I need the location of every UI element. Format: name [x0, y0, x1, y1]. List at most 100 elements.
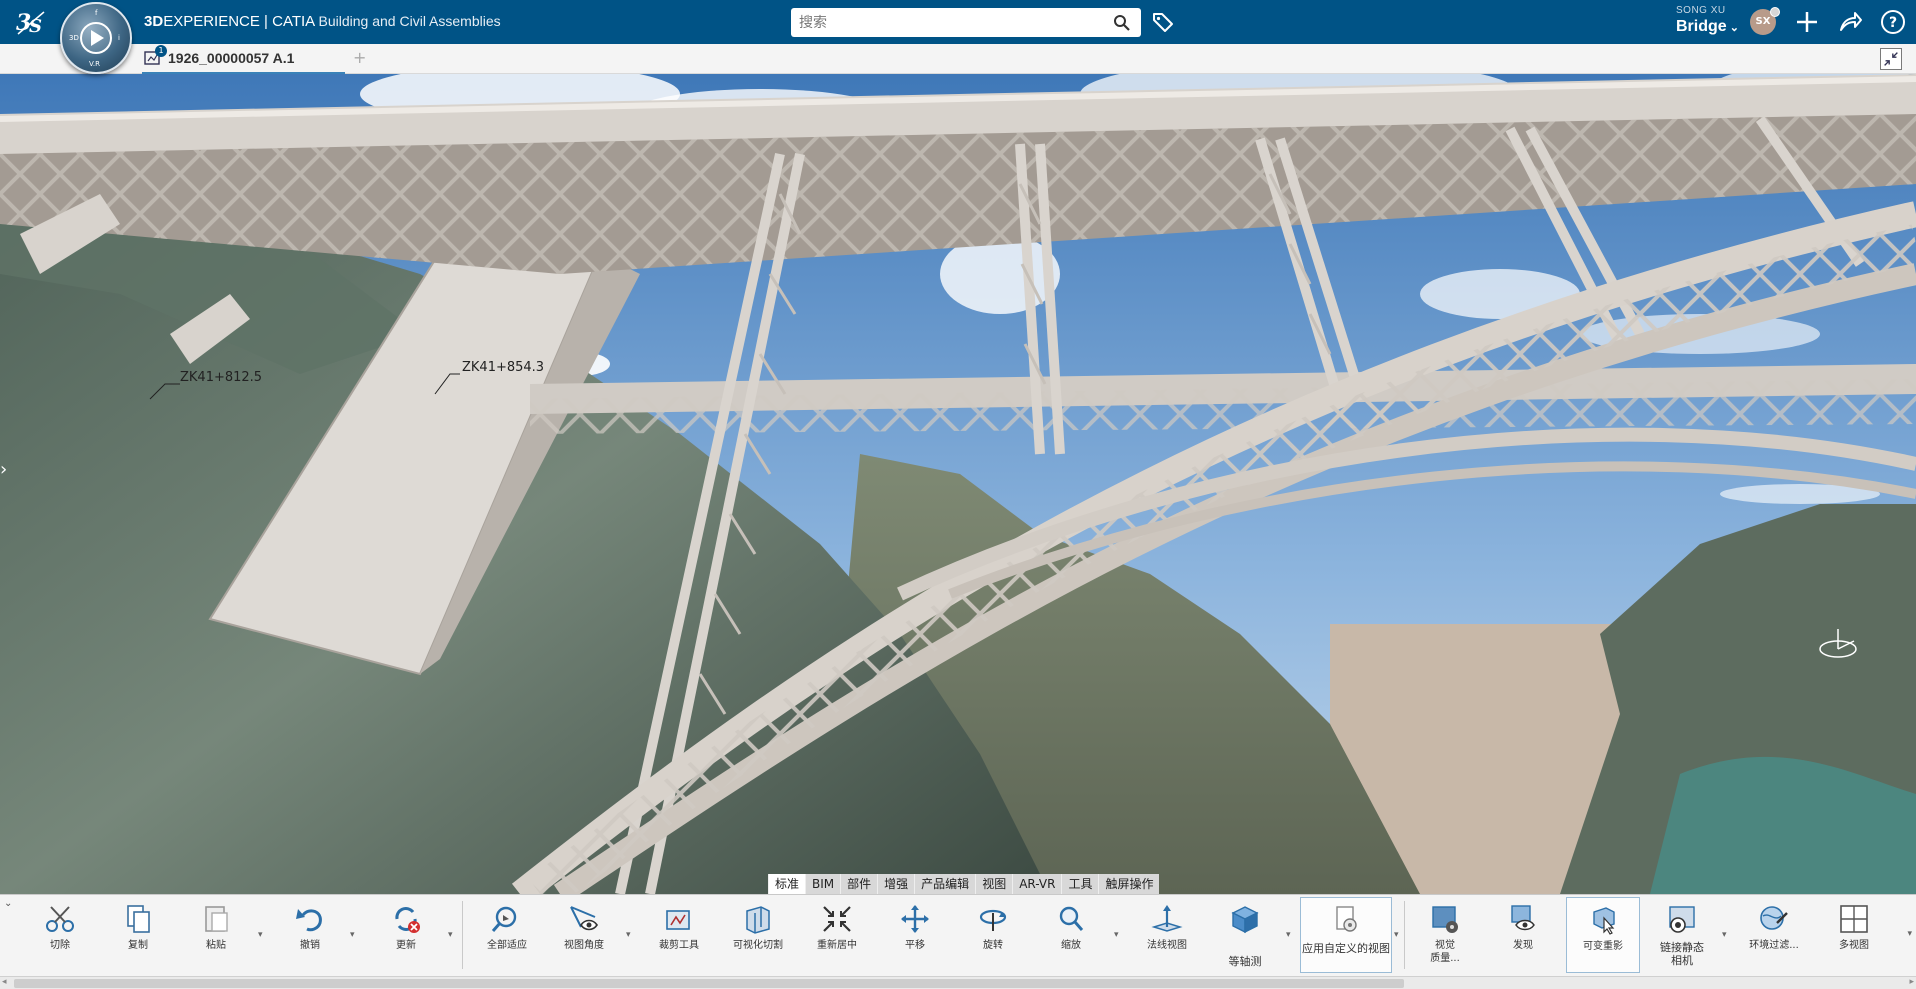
- link-camera-line1: 链接静态: [1660, 941, 1704, 954]
- user-name: SONG XU: [1676, 5, 1726, 16]
- env-filter-label: 环境过滤...: [1749, 940, 1799, 951]
- custom-view-label: 应用自定义的视图: [1302, 942, 1390, 955]
- section-tab-enhance[interactable]: 增强: [877, 874, 914, 894]
- visual-clip-label: 可视化切割: [733, 940, 783, 951]
- paste-icon: [205, 906, 228, 932]
- pan-arrows-icon: [901, 905, 929, 933]
- custom-view-button[interactable]: 应用自定义的视图: [1300, 897, 1392, 973]
- clip-tool-label: 裁剪工具: [659, 940, 699, 951]
- section-tab-standard[interactable]: 标准: [768, 874, 806, 894]
- scroll-right-icon[interactable]: ▸: [1909, 977, 1914, 987]
- copy-button[interactable]: 复制: [118, 897, 158, 973]
- section-tab-ar-vr[interactable]: AR-VR: [1012, 874, 1061, 894]
- paste-button[interactable]: 粘贴: [196, 897, 236, 973]
- bridge-3d-scene: [0, 74, 1916, 894]
- link-camera-dropdown-icon[interactable]: ▾: [1722, 930, 1727, 940]
- multi-view-button[interactable]: 多视图: [1828, 897, 1880, 973]
- compass-label-vr: V.R: [89, 60, 100, 68]
- section-tab-product-edit[interactable]: 产品编辑: [914, 874, 975, 894]
- ghost-projection-label: 可变重影: [1583, 941, 1623, 952]
- brand-name: EXPERIENCE | CATIA: [163, 13, 315, 30]
- toolbar-separator: [462, 901, 463, 969]
- scissors-icon: [46, 906, 74, 932]
- undo-icon: [296, 909, 322, 932]
- paste-dropdown-icon[interactable]: ▾: [258, 930, 263, 940]
- clip-tool-button[interactable]: 裁剪工具: [654, 897, 704, 973]
- compass-label-3d: 3D: [69, 34, 79, 42]
- fit-all-button[interactable]: 全部适应: [482, 897, 532, 973]
- svg-text:?: ?: [1889, 15, 1897, 31]
- view-angle-button[interactable]: 视图角度: [558, 897, 610, 973]
- camera-link-icon: [1669, 906, 1695, 933]
- collapse-fullscreen-icon[interactable]: [1880, 48, 1902, 70]
- help-icon[interactable]: ?: [1880, 9, 1906, 35]
- ghost-projection-button[interactable]: 可变重影: [1566, 897, 1640, 973]
- link-camera-button[interactable]: 链接静态 相机: [1650, 897, 1714, 973]
- ghost-projection-icon: [1593, 907, 1615, 935]
- rotate-button[interactable]: 旋转: [968, 897, 1018, 973]
- scrollbar-thumb[interactable]: [14, 979, 1404, 988]
- update-button[interactable]: 更新: [386, 897, 426, 973]
- compass-label-i: i: [118, 34, 120, 42]
- dassault-logo-icon[interactable]: 3 S: [14, 6, 50, 38]
- section-tab-tools[interactable]: 工具: [1061, 874, 1098, 894]
- station-annotation-2[interactable]: ZK41+854.3: [462, 360, 544, 375]
- isometric-button[interactable]: 等轴测: [1220, 897, 1270, 973]
- pan-button[interactable]: 平移: [890, 897, 940, 973]
- visual-quality-button[interactable]: 视觉 质量...: [1420, 897, 1470, 973]
- section-tab-touch[interactable]: 触屏操作: [1098, 874, 1159, 894]
- custom-view-icon: [1336, 906, 1357, 932]
- avatar[interactable]: SX: [1750, 7, 1780, 35]
- avatar-initials: SX: [1755, 16, 1771, 27]
- section-tab-parts[interactable]: 部件: [840, 874, 877, 894]
- pan-label: 平移: [905, 940, 925, 951]
- add-tab-button[interactable]: +: [353, 48, 366, 67]
- clip-box-icon: [666, 910, 690, 930]
- scroll-left-icon[interactable]: ◂: [2, 977, 7, 987]
- update-icon: [395, 907, 420, 933]
- status-dot-icon: [1770, 7, 1780, 17]
- zoom-dropdown-icon[interactable]: ▾: [1114, 930, 1119, 940]
- search-input[interactable]: [799, 12, 1099, 33]
- view-angle-dropdown-icon[interactable]: ▾: [626, 930, 631, 940]
- workspace-selector[interactable]: Bridge ⌄: [1676, 18, 1739, 36]
- chevron-right-icon[interactable]: ›: [0, 459, 16, 487]
- undo-button[interactable]: 撤销: [290, 897, 330, 973]
- toolbar-scrollbar[interactable]: ◂ ▸: [0, 976, 1916, 989]
- chevron-down-icon: ⌄: [1726, 22, 1739, 34]
- discover-eye-icon: [1511, 905, 1535, 931]
- play-icon[interactable]: [91, 30, 104, 46]
- eye-angle-icon: [570, 906, 598, 931]
- tab-title: 1926_00000057 A.1: [168, 50, 295, 66]
- rotate-icon: [979, 909, 1007, 931]
- share-icon[interactable]: [1837, 9, 1863, 35]
- section-tab-bim[interactable]: BIM: [805, 874, 840, 894]
- paste-label: 粘贴: [206, 940, 226, 951]
- custom-view-dropdown-icon[interactable]: ▾: [1394, 930, 1399, 940]
- compass-widget[interactable]: 3D V.R i f: [60, 2, 132, 74]
- environment-filter-icon: [1760, 906, 1788, 930]
- link-camera-label: 链接静态 相机: [1650, 941, 1714, 967]
- 3d-viewport[interactable]: ZK41+812.5 ZK41+854.3 ›: [0, 74, 1916, 894]
- normal-view-button[interactable]: 法线视图: [1142, 897, 1192, 973]
- collapse-toolbar-icon[interactable]: ⌄: [4, 898, 12, 909]
- section-tab-view[interactable]: 视图: [975, 874, 1012, 894]
- cut-button[interactable]: 切除: [40, 897, 80, 973]
- tag-icon[interactable]: [1151, 10, 1175, 34]
- update-dropdown-icon[interactable]: ▾: [448, 930, 453, 940]
- brand-bold: 3D: [144, 13, 164, 30]
- zoom-button[interactable]: 缩放: [1046, 897, 1096, 973]
- isometric-dropdown-icon[interactable]: ▾: [1286, 930, 1291, 940]
- tab-document[interactable]: 1 1926_00000057 A.1: [142, 44, 345, 74]
- search-icon[interactable]: [1113, 14, 1131, 32]
- add-icon[interactable]: [1794, 9, 1820, 35]
- normal-view-icon: [1151, 905, 1183, 932]
- discover-button[interactable]: 发现: [1498, 897, 1548, 973]
- recenter-button[interactable]: 重新居中: [812, 897, 862, 973]
- station-annotation-1[interactable]: ZK41+812.5: [180, 370, 262, 385]
- visual-clip-button[interactable]: 可视化切割: [730, 897, 786, 973]
- env-filter-button[interactable]: 环境过滤...: [1748, 897, 1800, 973]
- undo-dropdown-icon[interactable]: ▾: [350, 930, 355, 940]
- section-tab-bar: 标准 BIM 部件 增强 产品编辑 视图 AR-VR 工具 触屏操作: [768, 874, 1160, 894]
- toolbar-more-icon[interactable]: ▾: [1907, 929, 1912, 939]
